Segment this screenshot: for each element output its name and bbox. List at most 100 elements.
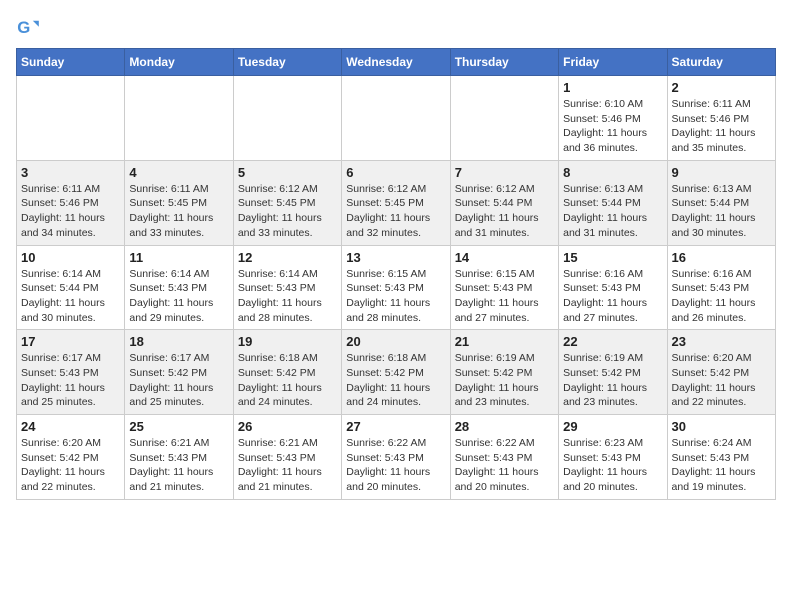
calendar-cell: 26 Sunrise: 6:21 AM Sunset: 5:43 PM Dayli…: [233, 415, 341, 500]
header: G: [16, 16, 776, 40]
logo-icon: G: [16, 16, 40, 40]
calendar-cell: 21 Sunrise: 6:19 AM Sunset: 5:42 PM Dayli…: [450, 330, 558, 415]
day-number: 3: [21, 165, 120, 180]
logo: G: [16, 16, 44, 40]
day-number: 26: [238, 419, 337, 434]
day-info: Sunrise: 6:11 AM Sunset: 5:46 PM Dayligh…: [672, 97, 771, 156]
calendar-cell: 8 Sunrise: 6:13 AM Sunset: 5:44 PM Daylig…: [559, 160, 667, 245]
calendar-cell: 20Sunrise: 6:18 AM Sunset: 5:42 PM Dayli…: [342, 330, 450, 415]
day-number: 9: [672, 165, 771, 180]
calendar-cell: 24 Sunrise: 6:20 AM Sunset: 5:42 PM Dayli…: [17, 415, 125, 500]
day-number: 24: [21, 419, 120, 434]
week-row-5: 24 Sunrise: 6:20 AM Sunset: 5:42 PM Dayli…: [17, 415, 776, 500]
day-info: Sunrise: 6:23 AM Sunset: 5:43 PM Dayligh…: [563, 436, 662, 495]
calendar-cell: 17 Sunrise: 6:17 AM Sunset: 5:43 PM Dayli…: [17, 330, 125, 415]
calendar-cell: [125, 76, 233, 161]
day-number: 19: [238, 334, 337, 349]
week-row-3: 10 Sunrise: 6:14 AM Sunset: 5:44 PM Dayli…: [17, 245, 776, 330]
calendar-cell: 6 Sunrise: 6:12 AM Sunset: 5:45 PM Daylig…: [342, 160, 450, 245]
day-info: Sunrise: 6:11 AM Sunset: 5:46 PM Dayligh…: [21, 182, 120, 241]
day-info: Sunrise: 6:21 AM Sunset: 5:43 PM Dayligh…: [238, 436, 337, 495]
week-row-4: 17 Sunrise: 6:17 AM Sunset: 5:43 PM Dayli…: [17, 330, 776, 415]
day-info: Sunrise: 6:12 AM Sunset: 5:44 PM Dayligh…: [455, 182, 554, 241]
calendar-cell: 1 Sunrise: 6:10 AM Sunset: 5:46 PM Daylig…: [559, 76, 667, 161]
calendar-cell: 15Sunrise: 6:16 AM Sunset: 5:43 PM Dayli…: [559, 245, 667, 330]
calendar-cell: 29 Sunrise: 6:23 AM Sunset: 5:43 PM Dayli…: [559, 415, 667, 500]
day-info: Sunrise: 6:20 AM Sunset: 5:42 PM Dayligh…: [21, 436, 120, 495]
day-number: 30: [672, 419, 771, 434]
calendar-cell: 9 Sunrise: 6:13 AM Sunset: 5:44 PM Daylig…: [667, 160, 775, 245]
day-info: Sunrise: 6:24 AM Sunset: 5:43 PM Dayligh…: [672, 436, 771, 495]
day-info: Sunrise: 6:18 AM Sunset: 5:42 PM Dayligh…: [346, 351, 445, 410]
calendar-cell: [17, 76, 125, 161]
calendar-cell: 18 Sunrise: 6:17 AM Sunset: 5:42 PM Dayli…: [125, 330, 233, 415]
day-info: Sunrise: 6:10 AM Sunset: 5:46 PM Dayligh…: [563, 97, 662, 156]
calendar-cell: 19Sunrise: 6:18 AM Sunset: 5:42 PM Dayli…: [233, 330, 341, 415]
day-number: 25: [129, 419, 228, 434]
day-number: 18: [129, 334, 228, 349]
calendar-cell: 7 Sunrise: 6:12 AM Sunset: 5:44 PM Daylig…: [450, 160, 558, 245]
day-number: 14: [455, 250, 554, 265]
day-info: Sunrise: 6:20 AM Sunset: 5:42 PM Dayligh…: [672, 351, 771, 410]
calendar-cell: 2 Sunrise: 6:11 AM Sunset: 5:46 PM Daylig…: [667, 76, 775, 161]
day-number: 21: [455, 334, 554, 349]
calendar-cell: [342, 76, 450, 161]
day-info: Sunrise: 6:13 AM Sunset: 5:44 PM Dayligh…: [563, 182, 662, 241]
calendar-cell: 22 Sunrise: 6:19 AM Sunset: 5:42 PM Dayli…: [559, 330, 667, 415]
day-info: Sunrise: 6:21 AM Sunset: 5:43 PM Dayligh…: [129, 436, 228, 495]
weekday-header-sunday: Sunday: [17, 49, 125, 76]
day-number: 12: [238, 250, 337, 265]
calendar-cell: 12 Sunrise: 6:14 AM Sunset: 5:43 PM Dayli…: [233, 245, 341, 330]
day-info: Sunrise: 6:16 AM Sunset: 5:43 PM Dayligh…: [672, 267, 771, 326]
day-info: Sunrise: 6:14 AM Sunset: 5:43 PM Dayligh…: [238, 267, 337, 326]
calendar-cell: 14 Sunrise: 6:15 AM Sunset: 5:43 PM Dayli…: [450, 245, 558, 330]
day-number: 10: [21, 250, 120, 265]
calendar-table: SundayMondayTuesdayWednesdayThursdayFrid…: [16, 48, 776, 500]
day-info: Sunrise: 6:13 AM Sunset: 5:44 PM Dayligh…: [672, 182, 771, 241]
day-number: 11: [129, 250, 228, 265]
day-info: Sunrise: 6:19 AM Sunset: 5:42 PM Dayligh…: [563, 351, 662, 410]
svg-text:G: G: [17, 18, 30, 37]
week-row-1: 1 Sunrise: 6:10 AM Sunset: 5:46 PM Daylig…: [17, 76, 776, 161]
day-number: 4: [129, 165, 228, 180]
calendar-cell: 27 Sunrise: 6:22 AM Sunset: 5:43 PM Dayli…: [342, 415, 450, 500]
day-number: 6: [346, 165, 445, 180]
day-number: 23: [672, 334, 771, 349]
day-info: Sunrise: 6:12 AM Sunset: 5:45 PM Dayligh…: [238, 182, 337, 241]
day-number: 27: [346, 419, 445, 434]
calendar-cell: 28Sunrise: 6:22 AM Sunset: 5:43 PM Dayli…: [450, 415, 558, 500]
day-info: Sunrise: 6:17 AM Sunset: 5:43 PM Dayligh…: [21, 351, 120, 410]
calendar-cell: 11Sunrise: 6:14 AM Sunset: 5:43 PM Dayli…: [125, 245, 233, 330]
week-row-2: 3 Sunrise: 6:11 AM Sunset: 5:46 PM Daylig…: [17, 160, 776, 245]
day-number: 28: [455, 419, 554, 434]
day-number: 29: [563, 419, 662, 434]
day-info: Sunrise: 6:17 AM Sunset: 5:42 PM Dayligh…: [129, 351, 228, 410]
calendar-cell: [450, 76, 558, 161]
day-number: 5: [238, 165, 337, 180]
calendar-cell: 4 Sunrise: 6:11 AM Sunset: 5:45 PM Daylig…: [125, 160, 233, 245]
calendar-cell: 5 Sunrise: 6:12 AM Sunset: 5:45 PM Daylig…: [233, 160, 341, 245]
weekday-header-wednesday: Wednesday: [342, 49, 450, 76]
day-info: Sunrise: 6:15 AM Sunset: 5:43 PM Dayligh…: [455, 267, 554, 326]
calendar-cell: 3 Sunrise: 6:11 AM Sunset: 5:46 PM Daylig…: [17, 160, 125, 245]
calendar-cell: [233, 76, 341, 161]
day-info: Sunrise: 6:12 AM Sunset: 5:45 PM Dayligh…: [346, 182, 445, 241]
weekday-header-monday: Monday: [125, 49, 233, 76]
calendar-cell: 25 Sunrise: 6:21 AM Sunset: 5:43 PM Dayli…: [125, 415, 233, 500]
day-number: 8: [563, 165, 662, 180]
weekday-header-tuesday: Tuesday: [233, 49, 341, 76]
calendar-cell: 23 Sunrise: 6:20 AM Sunset: 5:42 PM Dayli…: [667, 330, 775, 415]
day-number: 1: [563, 80, 662, 95]
day-number: 7: [455, 165, 554, 180]
day-number: 2: [672, 80, 771, 95]
day-number: 17: [21, 334, 120, 349]
weekday-header-thursday: Thursday: [450, 49, 558, 76]
day-info: Sunrise: 6:22 AM Sunset: 5:43 PM Dayligh…: [346, 436, 445, 495]
day-info: Sunrise: 6:19 AM Sunset: 5:42 PM Dayligh…: [455, 351, 554, 410]
day-number: 13: [346, 250, 445, 265]
day-info: Sunrise: 6:14 AM Sunset: 5:44 PM Dayligh…: [21, 267, 120, 326]
calendar-cell: 13Sunrise: 6:15 AM Sunset: 5:43 PM Dayli…: [342, 245, 450, 330]
day-number: 22: [563, 334, 662, 349]
calendar-cell: 16Sunrise: 6:16 AM Sunset: 5:43 PM Dayli…: [667, 245, 775, 330]
day-info: Sunrise: 6:11 AM Sunset: 5:45 PM Dayligh…: [129, 182, 228, 241]
